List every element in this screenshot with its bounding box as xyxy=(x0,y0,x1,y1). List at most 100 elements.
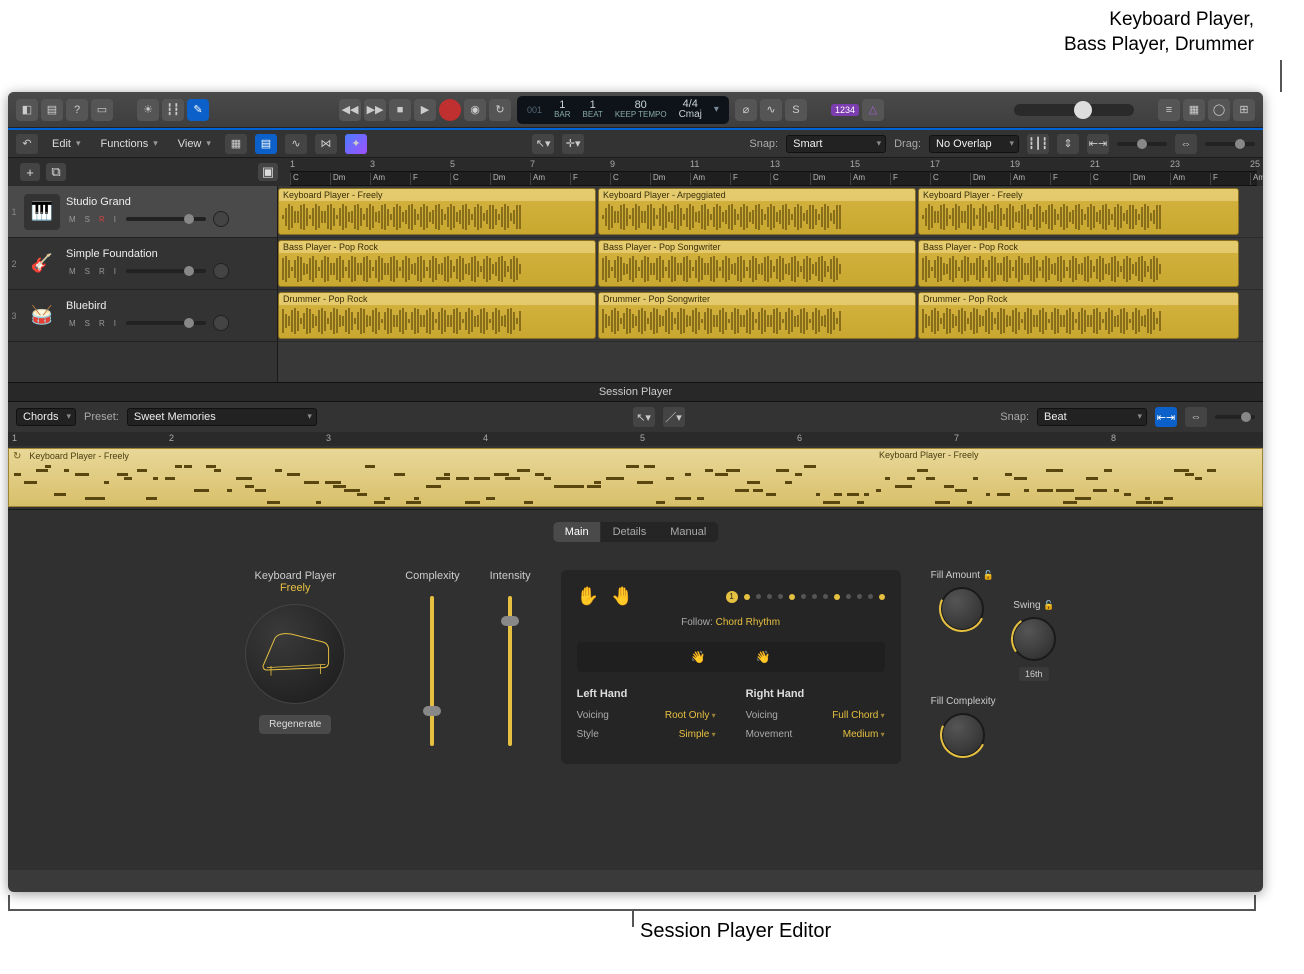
dot-1[interactable]: 1 xyxy=(726,591,738,603)
replace-button[interactable]: ⌀ xyxy=(735,99,757,121)
track-header[interactable]: 1🎹Studio GrandMSRI xyxy=(8,186,277,238)
bar-ruler[interactable]: 135791113151719212325 xyxy=(290,159,1257,172)
chord-label[interactable]: Am xyxy=(530,173,545,185)
region[interactable]: Bass Player - Pop Rock xyxy=(278,240,596,287)
help-button[interactable]: ? xyxy=(66,99,88,121)
chord-label[interactable]: F xyxy=(410,173,418,185)
metronome-button[interactable]: △ xyxy=(862,99,884,121)
region[interactable]: Drummer - Pop Rock xyxy=(918,292,1239,339)
chord-label[interactable]: Dm xyxy=(970,173,985,185)
track-header-config-button[interactable]: ▣ xyxy=(258,163,278,181)
chord-label[interactable]: Am xyxy=(1250,173,1263,185)
player-puck[interactable] xyxy=(245,604,345,704)
input-monitor-button[interactable]: I xyxy=(111,215,119,224)
region[interactable]: Bass Player - Pop Songwriter xyxy=(598,240,916,287)
record-enable-button[interactable]: R xyxy=(96,215,108,224)
left-hand-icon[interactable]: ✋ xyxy=(577,586,599,607)
inspector-button[interactable]: ▤ xyxy=(41,99,63,121)
toolbar-button[interactable]: ▭ xyxy=(91,99,113,121)
volume-slider[interactable] xyxy=(126,321,206,325)
solo-button[interactable]: S xyxy=(785,99,807,121)
chord-label[interactable]: C xyxy=(290,173,299,185)
chord-label[interactable]: C xyxy=(1090,173,1099,185)
region-row[interactable]: Keyboard Player - FreelyKeyboard Player … xyxy=(278,186,1263,238)
fill-dots[interactable]: 1 xyxy=(726,591,885,603)
fill-amount-knob[interactable] xyxy=(940,587,984,631)
chord-label[interactable]: F xyxy=(1210,173,1218,185)
lh-voicing-value[interactable]: Root Only xyxy=(665,710,716,721)
tab-manual[interactable]: Manual xyxy=(658,522,718,542)
sp-zoom-slider[interactable] xyxy=(1215,415,1255,419)
link-zoom-button[interactable]: ⇔ xyxy=(1175,134,1197,154)
tab-main[interactable]: Main xyxy=(553,522,601,542)
solo-button[interactable]: S xyxy=(82,319,93,328)
region[interactable]: Drummer - Pop Rock xyxy=(278,292,596,339)
mute-button[interactable]: M xyxy=(66,319,79,328)
track-header[interactable]: 2🎸Simple FoundationMSRI xyxy=(8,238,277,290)
chord-label[interactable]: Dm xyxy=(330,173,345,185)
input-monitor-button[interactable]: I xyxy=(111,319,119,328)
edit-menu[interactable]: Edit xyxy=(46,136,87,152)
stop-button[interactable]: ■ xyxy=(389,99,411,121)
regenerate-button[interactable]: Regenerate xyxy=(259,715,331,734)
add-track-button[interactable]: + xyxy=(20,163,40,181)
complexity-slider[interactable] xyxy=(430,596,434,746)
fill-complexity-knob[interactable] xyxy=(941,713,985,757)
pan-knob[interactable] xyxy=(213,263,229,279)
chord-label[interactable]: Am xyxy=(370,173,385,185)
cycle-button[interactable]: ↻ xyxy=(489,99,511,121)
drag-select[interactable]: No Overlap xyxy=(929,135,1019,153)
session-player-region-row[interactable]: ↻ Keyboard Player - Freely Keyboard Play… xyxy=(8,446,1263,510)
chord-label[interactable]: F xyxy=(730,173,738,185)
sp-pointer-tool[interactable]: ↖▾ xyxy=(633,407,655,427)
browser-button[interactable]: ⊞ xyxy=(1233,99,1255,121)
duplicate-track-button[interactable]: ⧉ xyxy=(46,163,66,181)
grid-button[interactable]: ▦ xyxy=(225,134,247,154)
region[interactable]: Keyboard Player - Freely xyxy=(278,188,596,235)
chord-label[interactable]: F xyxy=(1050,173,1058,185)
region[interactable]: Bass Player - Pop Rock xyxy=(918,240,1239,287)
chord-label[interactable]: Am xyxy=(850,173,865,185)
region-row[interactable]: Drummer - Pop RockDrummer - Pop Songwrit… xyxy=(278,290,1263,342)
count-in-badge[interactable]: 1234 xyxy=(831,104,859,116)
forward-button[interactable]: ▶▶ xyxy=(364,99,386,121)
snap-select[interactable]: Smart xyxy=(786,135,886,153)
ai-button[interactable]: ✦ xyxy=(345,134,367,154)
track-instrument-icon[interactable]: 🎸 xyxy=(24,246,60,282)
region[interactable]: Drummer - Pop Songwriter xyxy=(598,292,916,339)
mute-button[interactable]: M xyxy=(66,215,79,224)
swing-resolution-badge[interactable]: 16th xyxy=(1019,667,1049,681)
chord-label[interactable]: C xyxy=(770,173,779,185)
track-instrument-icon[interactable]: 🎹 xyxy=(24,194,60,230)
chord-label[interactable]: C xyxy=(930,173,939,185)
sp-snap-select[interactable]: Beat xyxy=(1037,408,1147,426)
hzoom-fit-button[interactable]: ⇤⇥ xyxy=(1087,134,1109,154)
follow-value[interactable]: Chord Rhythm xyxy=(716,617,780,628)
loops-button[interactable]: ◯ xyxy=(1208,99,1230,121)
track-instrument-icon[interactable]: 🥁 xyxy=(24,298,60,334)
chord-label[interactable]: F xyxy=(570,173,578,185)
region-row[interactable]: Bass Player - Pop RockBass Player - Pop … xyxy=(278,238,1263,290)
vzoom-slider[interactable] xyxy=(1117,142,1167,146)
solo-button[interactable]: S xyxy=(82,215,93,224)
rh-movement-value[interactable]: Medium xyxy=(843,729,885,740)
sp-pencil-tool[interactable]: ／▾ xyxy=(663,407,685,427)
capture-record-button[interactable]: ◉ xyxy=(464,99,486,121)
mixer-mode-button[interactable]: ┇┇ xyxy=(162,99,184,121)
library-button[interactable]: ◧ xyxy=(16,99,38,121)
master-volume-slider[interactable] xyxy=(1014,104,1134,116)
right-hand-icon[interactable]: 🤚 xyxy=(611,586,633,607)
display-menu-icon[interactable]: ▾ xyxy=(714,104,719,115)
solo-button[interactable]: S xyxy=(82,267,93,276)
tab-details[interactable]: Details xyxy=(601,522,659,542)
list-editors-button[interactable]: ≡ xyxy=(1158,99,1180,121)
chord-label[interactable]: Am xyxy=(1170,173,1185,185)
display-mode-button[interactable]: ☀ xyxy=(137,99,159,121)
swing-knob[interactable] xyxy=(1012,617,1056,661)
mini-right-hand-icon[interactable]: 👋 xyxy=(756,650,771,664)
waveform-zoom-button[interactable]: ┇┃┇ xyxy=(1027,134,1049,154)
notes-button[interactable]: ▦ xyxy=(1183,99,1205,121)
edit-mode-button[interactable]: ✎ xyxy=(187,99,209,121)
chord-label[interactable]: Am xyxy=(690,173,705,185)
region[interactable]: Keyboard Player - Arpeggiated xyxy=(598,188,916,235)
